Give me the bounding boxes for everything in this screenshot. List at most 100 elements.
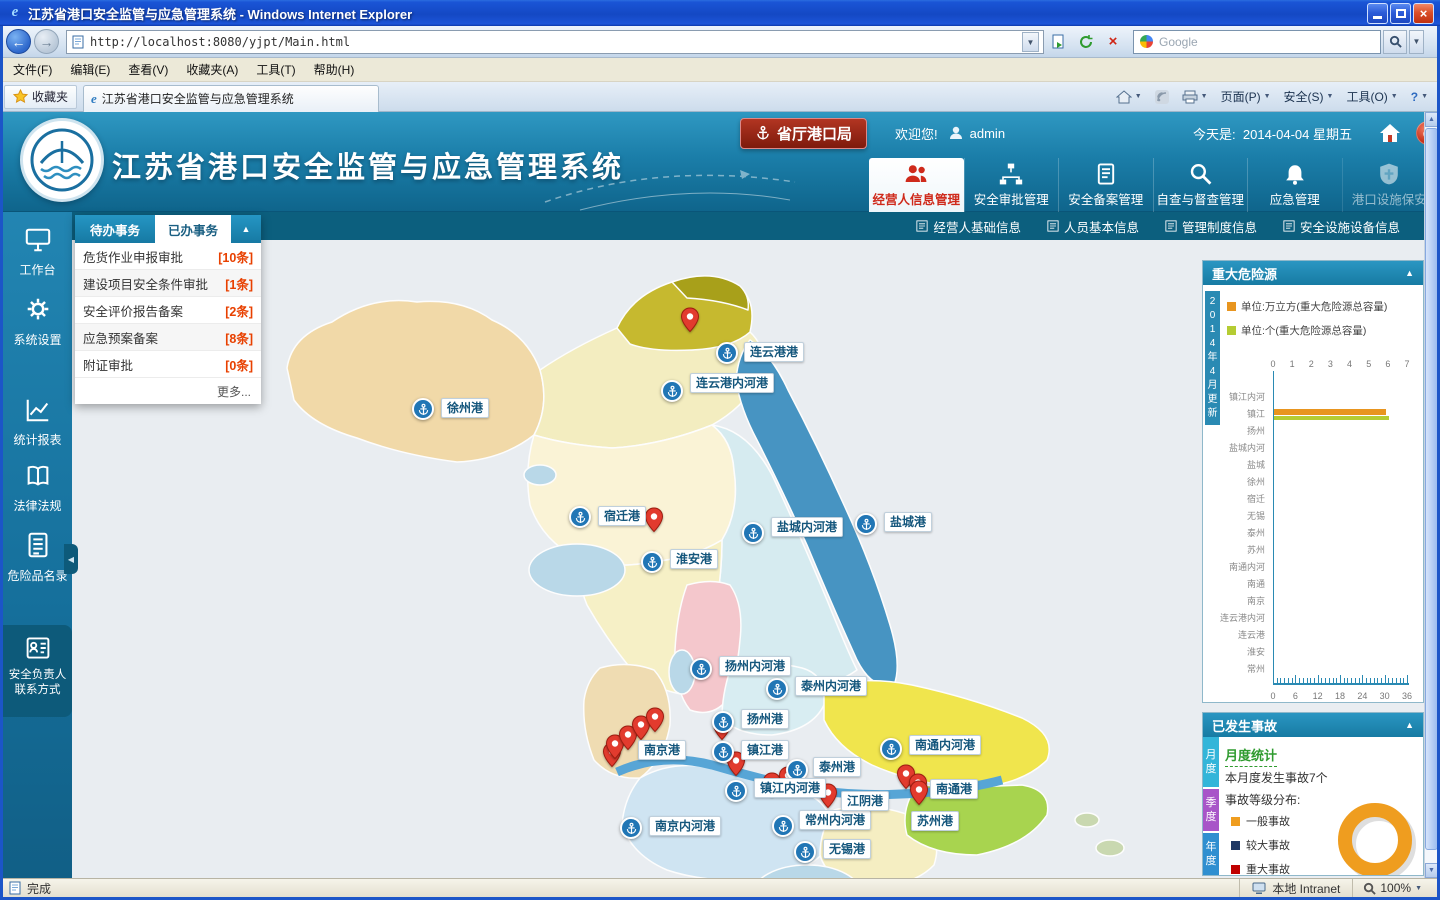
help-menu-button[interactable]: ?▼: [1411, 90, 1428, 104]
port-label[interactable]: 扬州港: [741, 709, 789, 729]
print-button[interactable]: ▼: [1182, 90, 1208, 104]
todo-item[interactable]: 安全评价报告备案[2条]: [75, 297, 261, 324]
port-label[interactable]: 扬州内河港: [719, 656, 791, 676]
portal-home-icon[interactable]: [1378, 122, 1402, 144]
port-anchor-marker[interactable]: [641, 551, 663, 573]
port-label[interactable]: 南通港: [930, 779, 978, 799]
accident-pin-marker[interactable]: [645, 707, 665, 733]
sidebar-item-dangerous-goods[interactable]: 危险品名录: [3, 530, 72, 584]
sidebar-item-reports[interactable]: 统计报表: [3, 396, 72, 448]
sidebar-item-safety-contacts[interactable]: 安全负责人联系方式: [3, 625, 72, 717]
hazard-panel-header[interactable]: 重大危险源 ▲: [1203, 261, 1423, 285]
subnav-personnel-basic-info[interactable]: 人员基本信息: [1047, 217, 1139, 236]
port-anchor-marker[interactable]: [712, 711, 734, 733]
accident-pin-marker[interactable]: [644, 507, 664, 533]
feeds-button[interactable]: [1155, 90, 1169, 104]
port-label[interactable]: 镇江内河港: [754, 778, 826, 798]
menu-file[interactable]: 文件(F): [4, 58, 61, 81]
port-anchor-marker[interactable]: [794, 841, 816, 863]
port-anchor-marker[interactable]: [725, 780, 747, 802]
close-button[interactable]: ×: [1413, 3, 1434, 24]
sidebar-item-workbench[interactable]: 工作台: [3, 226, 72, 278]
port-label[interactable]: 江阴港: [841, 791, 889, 811]
accident-pin-marker[interactable]: [909, 780, 929, 806]
subnav-management-system-info[interactable]: 管理制度信息: [1165, 217, 1257, 236]
port-anchor-marker[interactable]: [880, 738, 902, 760]
address-field[interactable]: http://localhost:8080/yjpt/Main.html ▼: [66, 30, 1044, 54]
page-menu-button[interactable]: 页面(P)▼: [1221, 88, 1271, 105]
port-anchor-marker[interactable]: [716, 342, 738, 364]
home-button[interactable]: ▼: [1116, 90, 1142, 104]
zoom-control[interactable]: 100% ▼: [1352, 879, 1432, 897]
subnav-safety-facility-info[interactable]: 安全设施设备信息: [1283, 217, 1400, 236]
nav-tab-emergency[interactable]: 应急管理: [1247, 158, 1342, 212]
port-label[interactable]: 盐城港: [884, 512, 932, 532]
port-anchor-marker[interactable]: [742, 522, 764, 544]
menu-favorites[interactable]: 收藏夹(A): [177, 58, 247, 81]
nav-tab-port-security[interactable]: 港口设施保安: [1342, 158, 1437, 212]
todo-item[interactable]: 应急预案备案[8条]: [75, 324, 261, 351]
port-label[interactable]: 盐城内河港: [771, 517, 843, 537]
port-anchor-marker[interactable]: [772, 815, 794, 837]
port-anchor-marker[interactable]: [690, 658, 712, 680]
port-label[interactable]: 宿迁港: [598, 506, 646, 526]
collapse-arrow-icon[interactable]: ▲: [1405, 268, 1414, 278]
window-titlebar[interactable]: e 江苏省港口安全监管与应急管理系统 - Windows Internet Ex…: [0, 0, 1440, 26]
port-anchor-marker[interactable]: [766, 678, 788, 700]
todo-item[interactable]: 危货作业申报审批[10条]: [75, 243, 261, 270]
todo-item[interactable]: 建设项目安全条件审批[1条]: [75, 270, 261, 297]
accident-tab-monthly[interactable]: 月 度: [1203, 737, 1219, 787]
tab-pending-tasks[interactable]: 待办事务: [75, 215, 155, 243]
nav-tab-inspection[interactable]: 自查与督查管理: [1153, 158, 1248, 212]
port-anchor-marker[interactable]: [712, 741, 734, 763]
back-button[interactable]: ←: [6, 29, 31, 54]
port-label[interactable]: 常州内河港: [799, 810, 871, 830]
search-box[interactable]: Google: [1133, 30, 1381, 54]
search-dropdown-icon[interactable]: ▼: [1409, 30, 1424, 54]
forward-button[interactable]: →: [34, 29, 59, 54]
port-label[interactable]: 淮安港: [670, 549, 718, 569]
refresh-button[interactable]: [1074, 30, 1098, 54]
collapse-arrow-icon[interactable]: ▲: [1405, 720, 1414, 730]
menu-edit[interactable]: 编辑(E): [61, 58, 119, 81]
sidebar-item-laws[interactable]: 法律法规: [3, 462, 72, 514]
subnav-operator-basic-info[interactable]: 经营人基础信息: [916, 217, 1021, 236]
menu-tools[interactable]: 工具(T): [247, 58, 304, 81]
port-label[interactable]: 泰州内河港: [795, 676, 867, 696]
browser-tab[interactable]: e 江苏省港口安全监管与应急管理系统: [83, 85, 379, 112]
accident-tab-quarterly[interactable]: 季 度: [1203, 789, 1219, 831]
port-label[interactable]: 无锡港: [823, 839, 871, 859]
port-anchor-marker[interactable]: [412, 398, 434, 420]
nav-tab-safety-filing[interactable]: 安全备案管理: [1058, 158, 1153, 212]
todo-collapse-button[interactable]: ▲: [231, 215, 261, 243]
menu-view[interactable]: 查看(V): [119, 58, 177, 81]
port-anchor-marker[interactable]: [661, 380, 683, 402]
menu-help[interactable]: 帮助(H): [305, 58, 364, 81]
port-label[interactable]: 镇江港: [741, 740, 789, 760]
port-label[interactable]: 南通内河港: [909, 735, 981, 755]
vertical-scrollbar[interactable]: ▲ ▼: [1424, 112, 1437, 878]
port-label[interactable]: 南京内河港: [649, 816, 721, 836]
stop-button[interactable]: ×: [1101, 30, 1125, 54]
page-go-button[interactable]: [1047, 30, 1071, 54]
port-label[interactable]: 徐州港: [441, 398, 489, 418]
bureau-badge[interactable]: 省厅港口局: [740, 118, 867, 149]
tools-menu-button[interactable]: 工具(O)▼: [1346, 88, 1397, 105]
accident-tab-yearly[interactable]: 年 度: [1203, 833, 1219, 875]
sidebar-item-settings[interactable]: 系统设置: [3, 294, 72, 348]
port-anchor-marker[interactable]: [569, 506, 591, 528]
favorites-button[interactable]: 收藏夹: [4, 85, 77, 109]
address-dropdown-icon[interactable]: ▼: [1022, 32, 1039, 52]
todo-more-link[interactable]: 更多...: [75, 378, 261, 404]
maximize-button[interactable]: [1390, 3, 1411, 24]
search-button[interactable]: [1383, 30, 1407, 54]
safety-menu-button[interactable]: 安全(S)▼: [1284, 88, 1334, 105]
nav-tab-safety-approval[interactable]: 安全审批管理: [964, 158, 1059, 212]
port-label[interactable]: 苏州港: [911, 811, 959, 831]
minimize-button[interactable]: [1367, 3, 1388, 24]
port-anchor-marker[interactable]: [855, 513, 877, 535]
port-label[interactable]: 连云港内河港: [690, 373, 774, 393]
port-label[interactable]: 连云港港: [744, 342, 804, 362]
port-anchor-marker[interactable]: [620, 817, 642, 839]
accident-panel-header[interactable]: 已发生事故 ▲: [1203, 713, 1423, 737]
